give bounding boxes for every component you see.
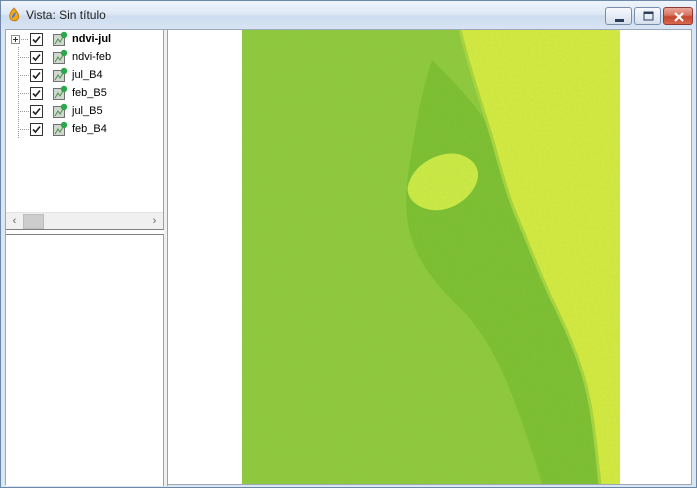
- layer-label: feb_B5: [72, 87, 107, 99]
- layer-toc: ndvi-jul ndvi-feb jul_B4 feb_B5 jul_B5 f…: [6, 30, 164, 230]
- minimize-icon: [615, 19, 624, 22]
- view-window: Vista: Sin título ndvi-jul ndvi-feb jul_…: [0, 0, 697, 488]
- layer-label: jul_B4: [72, 69, 103, 81]
- raster-layer-icon: [53, 49, 68, 64]
- check-icon: [32, 107, 41, 116]
- check-icon: [32, 35, 41, 44]
- layer-item-jul-b4[interactable]: jul_B4: [6, 67, 162, 85]
- scroll-left-arrow-icon[interactable]: ‹: [6, 213, 23, 230]
- layer-checkbox[interactable]: [30, 87, 43, 100]
- scroll-right-arrow-icon[interactable]: ›: [146, 213, 163, 230]
- map-view[interactable]: [169, 30, 691, 484]
- title-bar[interactable]: Vista: Sin título: [1, 1, 696, 29]
- raster-texture: [242, 30, 620, 484]
- maximize-button[interactable]: [634, 7, 661, 25]
- panel-splitter[interactable]: [164, 30, 168, 486]
- layer-checkbox[interactable]: [30, 51, 43, 64]
- locator-map-panel[interactable]: [6, 234, 164, 486]
- raster-layer-icon: [53, 31, 68, 46]
- layer-item-ndvi-feb[interactable]: ndvi-feb: [6, 49, 162, 67]
- layer-checkbox[interactable]: [30, 33, 43, 46]
- layer-item-feb-b4[interactable]: feb_B4: [6, 121, 162, 139]
- layer-label: ndvi-feb: [72, 51, 112, 63]
- scroll-thumb[interactable]: [23, 214, 44, 229]
- gvsig-app-icon: [9, 7, 20, 22]
- ndvi-raster-map[interactable]: [242, 30, 620, 484]
- layer-item-ndvi-jul[interactable]: ndvi-jul: [6, 31, 162, 49]
- window-title: Vista: Sin título: [26, 8, 106, 22]
- check-icon: [32, 125, 41, 134]
- raster-layer-icon: [53, 121, 68, 136]
- close-icon: [674, 12, 684, 22]
- layer-item-jul-b5[interactable]: jul_B5: [6, 103, 162, 121]
- tree-line: [21, 39, 29, 40]
- minimize-button[interactable]: [605, 7, 632, 25]
- toc-horizontal-scrollbar[interactable]: ‹ ›: [6, 212, 163, 229]
- raster-layer-icon: [53, 85, 68, 100]
- maximize-icon: [643, 11, 654, 21]
- raster-layer-icon: [53, 67, 68, 82]
- raster-layer-icon: [53, 103, 68, 118]
- check-icon: [32, 89, 41, 98]
- layer-checkbox[interactable]: [30, 123, 43, 136]
- expand-icon[interactable]: [11, 35, 20, 44]
- check-icon: [32, 53, 41, 62]
- layer-label: ndvi-jul: [72, 33, 112, 45]
- close-button[interactable]: [663, 7, 693, 25]
- layer-item-feb-b5[interactable]: feb_B5: [6, 85, 162, 103]
- layer-label: feb_B4: [72, 123, 107, 135]
- layer-label: jul_B5: [72, 105, 103, 117]
- check-icon: [32, 71, 41, 80]
- layer-checkbox[interactable]: [30, 105, 43, 118]
- client-area: ndvi-jul ndvi-feb jul_B4 feb_B5 jul_B5 f…: [5, 29, 692, 486]
- layer-checkbox[interactable]: [30, 69, 43, 82]
